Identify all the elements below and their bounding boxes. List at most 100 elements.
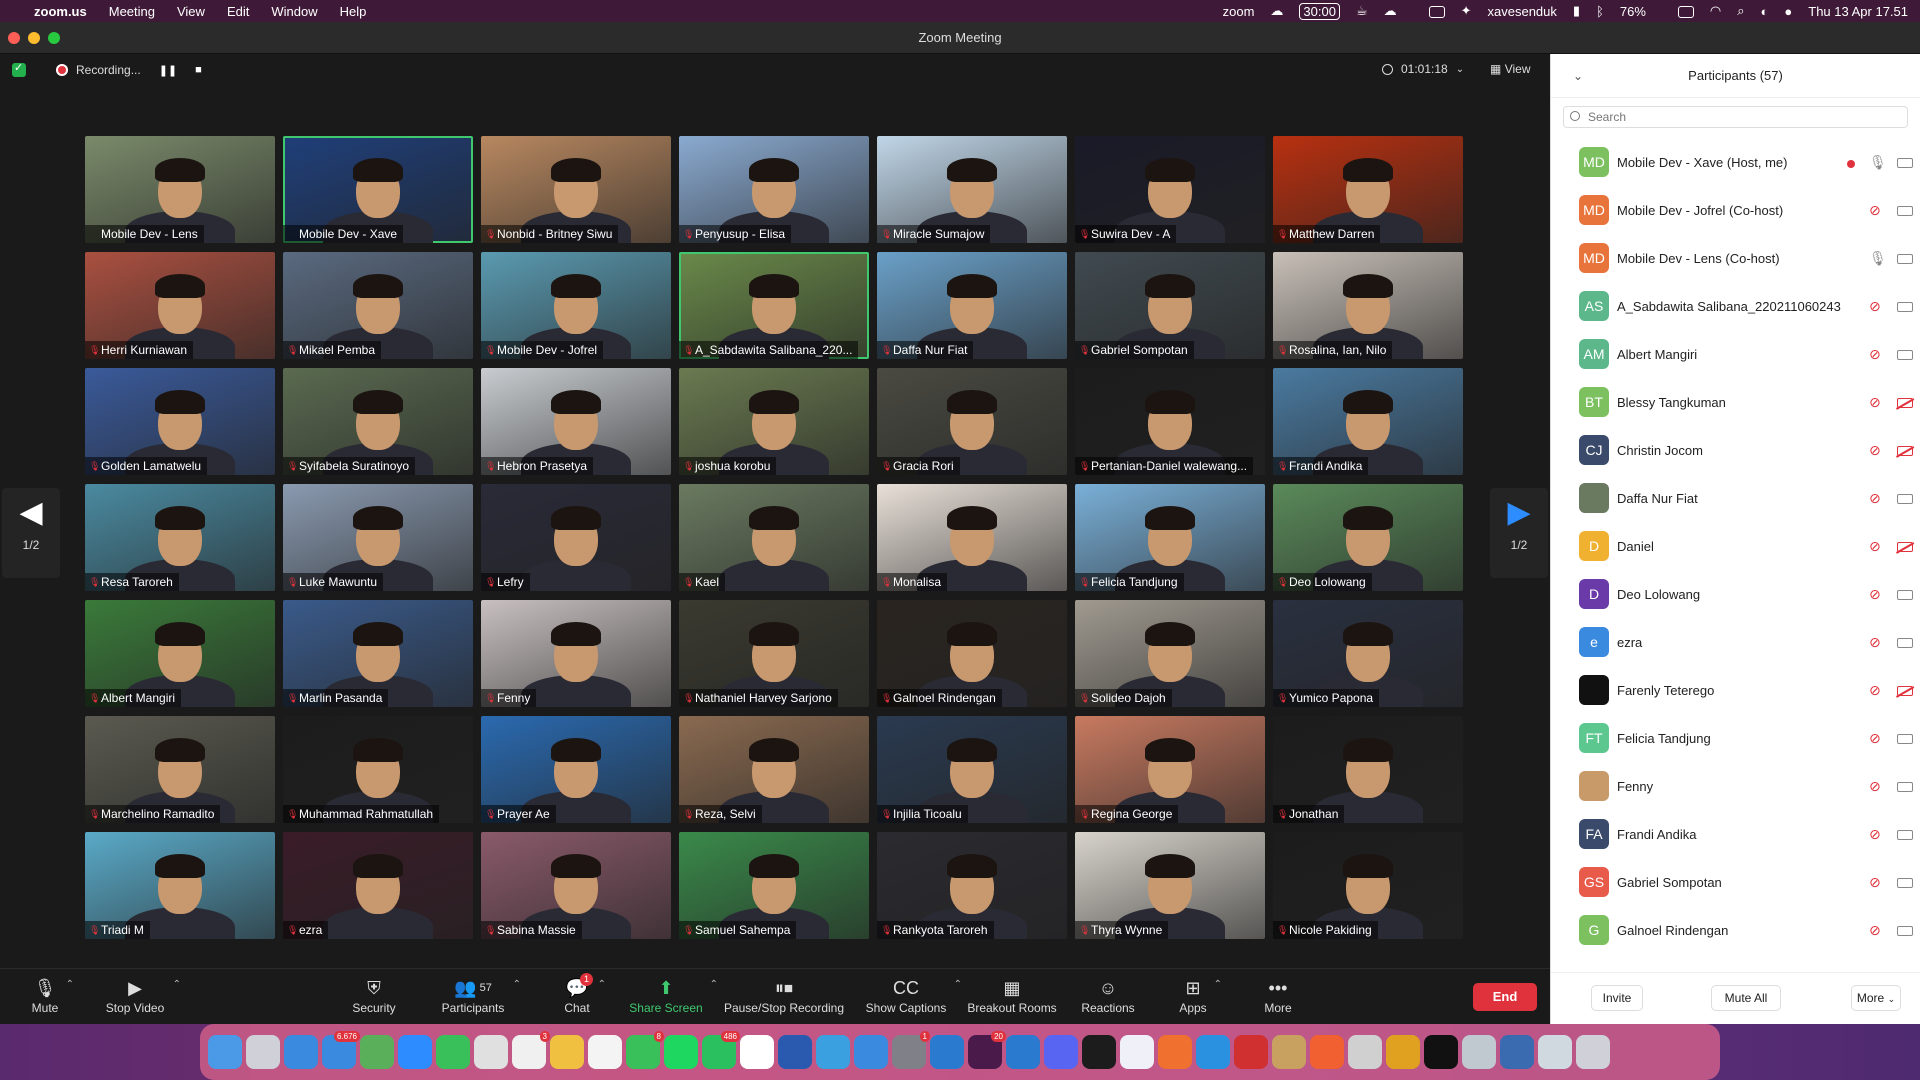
video-tile[interactable]: Reza, Selvi 🎙 [679, 716, 869, 823]
video-tile[interactable]: Herri Kurniawan 🎙 [85, 252, 275, 359]
downloads-icon[interactable] [1538, 1035, 1572, 1069]
menu-edit[interactable]: Edit [227, 4, 249, 19]
muted-mic-icon[interactable]: ⊘ [1869, 874, 1883, 890]
more-options-button[interactable]: More ⌄ [1851, 985, 1901, 1011]
menubar-zoom-label[interactable]: zoom [1223, 4, 1255, 19]
archive-icon[interactable] [1272, 1035, 1306, 1069]
share-screen-button[interactable]: ⬆ Share Screen ⌃ [628, 975, 718, 1016]
safari-tech-icon[interactable] [1500, 1035, 1534, 1069]
chat-options-caret-icon[interactable]: ⌃ [598, 979, 606, 990]
menu-help[interactable]: Help [340, 4, 367, 19]
chat-button[interactable]: 💬 1 Chat ⌃ [562, 973, 606, 1015]
video-camera-icon[interactable] [1897, 926, 1913, 936]
video-tile[interactable]: Triadi M 🎙 [85, 832, 275, 939]
siri-icon[interactable]: ● [1784, 4, 1792, 19]
whatsapp-icon[interactable]: 486 [702, 1031, 740, 1069]
share-options-caret-icon[interactable]: ⌃ [710, 979, 718, 990]
video-camera-icon[interactable] [1897, 302, 1913, 312]
video-off-icon[interactable] [1897, 686, 1913, 696]
preview-icon[interactable] [1462, 1035, 1496, 1069]
bird-icon[interactable]: ✦ [1461, 3, 1472, 19]
participant-row[interactable]: Farenly Teterego ⊘ [1551, 666, 1920, 714]
video-tile[interactable]: Rosalina, Ian, Nilo 🎙 [1273, 252, 1463, 359]
video-tile[interactable]: Jonathan 🎙 [1273, 716, 1463, 823]
video-tile[interactable]: Lefry 🎙 [481, 484, 671, 591]
menu-view[interactable]: View [177, 4, 205, 19]
security-button[interactable]: ⛨ Security [350, 975, 398, 1016]
participants-search-input[interactable]: Search [1563, 106, 1908, 128]
video-tile[interactable]: Daffa Nur Fiat 🎙 [877, 252, 1067, 359]
end-meeting-button[interactable]: End [1473, 983, 1537, 1011]
launchpad-icon[interactable] [246, 1035, 280, 1069]
video-tile[interactable]: Resa Taroreh 🎙 [85, 484, 275, 591]
participant-row[interactable]: FT Felicia Tandjung ⊘ [1551, 714, 1920, 762]
mute-button[interactable]: 🎙 Mute ⌃ [30, 975, 74, 1016]
video-camera-icon[interactable] [1897, 734, 1913, 744]
video-tile[interactable]: Frandi Andika 🎙 [1273, 368, 1463, 475]
stop-recording-button[interactable]: ■ [195, 64, 202, 76]
trello-icon[interactable] [930, 1035, 964, 1069]
view-button[interactable]: ▦ View [1490, 62, 1530, 76]
video-camera-icon[interactable] [1897, 254, 1913, 264]
cloud-sync-icon[interactable]: ☁ [1384, 3, 1397, 19]
menu-meeting[interactable]: Meeting [109, 4, 155, 19]
previous-page-button[interactable]: ◀ 1/2 [2, 488, 60, 578]
muted-mic-icon[interactable]: ⊘ [1869, 442, 1883, 458]
more-button[interactable]: ••• More [1263, 975, 1293, 1016]
settings-icon[interactable]: 1 [892, 1031, 930, 1069]
calendar-icon[interactable] [588, 1035, 622, 1069]
video-tile[interactable]: Nonbid - Britney Siwu 🎙 [481, 136, 671, 243]
video-tile[interactable]: Solideo Dajoh 🎙 [1075, 600, 1265, 707]
video-tile[interactable]: Sabina Massie 🎙 [481, 832, 671, 939]
video-camera-icon[interactable] [1897, 878, 1913, 888]
video-tile[interactable]: Hebron Prasetya 🎙 [481, 368, 671, 475]
participant-row[interactable]: MD Mobile Dev - Lens (Co-host) 🎙 [1551, 234, 1920, 282]
video-tile[interactable]: ezra 🎙 [283, 832, 473, 939]
video-camera-icon[interactable] [1897, 158, 1913, 168]
keyboard-icon[interactable] [1413, 4, 1445, 19]
participant-row[interactable]: e ezra ⊘ [1551, 618, 1920, 666]
invite-button[interactable]: Invite [1591, 985, 1643, 1011]
muted-mic-icon[interactable]: ⊘ [1869, 346, 1883, 362]
video-tile[interactable]: Suwira Dev - A 🎙 [1075, 136, 1265, 243]
activity-icon[interactable] [1348, 1035, 1382, 1069]
pause-recording-button[interactable]: ❚❚ [159, 64, 177, 77]
video-tile[interactable]: Syifabela Suratinoyo 🎙 [283, 368, 473, 475]
trash-icon[interactable] [1576, 1035, 1610, 1069]
word-icon[interactable] [778, 1035, 812, 1069]
zoom-window-button[interactable] [48, 32, 60, 44]
video-tile[interactable]: Thyra Wynne 🎙 [1075, 832, 1265, 939]
cloud-icon[interactable]: ☁ [1270, 3, 1283, 19]
spotify-icon[interactable] [664, 1035, 698, 1069]
pause-stop-recording-button[interactable]: ⏸⏹ Pause/Stop Recording [722, 975, 846, 1016]
video-tile[interactable]: Luke Mawuntu 🎙 [283, 484, 473, 591]
muted-mic-icon[interactable]: ⊘ [1869, 682, 1883, 698]
wifi-icon[interactable]: ◠ [1710, 3, 1721, 19]
video-camera-icon[interactable] [1897, 350, 1913, 360]
video-tile[interactable]: Mobile Dev - Xave [283, 136, 473, 243]
video-tile[interactable]: Miracle Sumajow 🎙 [877, 136, 1067, 243]
video-tile[interactable]: Rankyota Taroreh 🎙 [877, 832, 1067, 939]
video-off-icon[interactable] [1897, 398, 1913, 408]
photos-icon[interactable] [550, 1035, 584, 1069]
menubar-timer-badge[interactable]: 30:00 [1299, 2, 1340, 20]
control-center-icon[interactable]: ◐ [1761, 4, 1769, 19]
notion-icon[interactable] [740, 1035, 774, 1069]
video-tile[interactable]: A_Sabdawita Salibana_220... 🎙 [679, 252, 869, 359]
video-tile[interactable]: Regina George 🎙 [1075, 716, 1265, 823]
muted-mic-icon[interactable]: ⊘ [1869, 634, 1883, 650]
figma-icon[interactable] [1082, 1035, 1116, 1069]
apps-options-caret-icon[interactable]: ⌃ [1214, 979, 1222, 990]
facetime-icon[interactable] [436, 1035, 470, 1069]
stop-video-button[interactable]: ▶ Stop Video ⌃ [103, 975, 181, 1016]
participants-options-caret-icon[interactable]: ⌃ [513, 979, 521, 990]
menu-window[interactable]: Window [271, 4, 317, 19]
participant-row[interactable]: D Daniel ⊘ [1551, 522, 1920, 570]
video-tile[interactable]: Matthew Darren 🎙 [1273, 136, 1463, 243]
apps-button[interactable]: ⊞ Apps ⌃ [1178, 975, 1222, 1016]
video-tile[interactable]: Mobile Dev - Lens [85, 136, 275, 243]
video-tile[interactable]: Mobile Dev - Jofrel 🎙 [481, 252, 671, 359]
video-tile[interactable]: Nathaniel Harvey Sarjono 🎙 [679, 600, 869, 707]
muted-mic-icon[interactable]: ⊘ [1869, 730, 1883, 746]
postman-icon[interactable] [1310, 1035, 1344, 1069]
